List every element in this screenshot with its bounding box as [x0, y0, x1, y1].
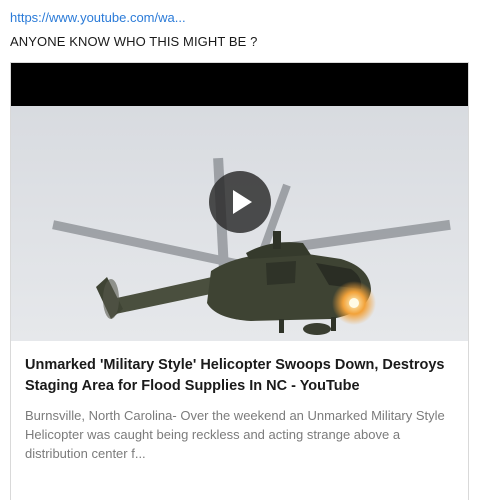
link-preview-card[interactable]: Unmarked 'Military Style' Helicopter Swo…	[10, 62, 469, 500]
play-icon	[233, 190, 252, 214]
post-body-text: ANYONE KNOW WHO THIS MIGHT BE ?	[10, 34, 258, 49]
link-preview-description: Burnsville, North Carolina- Over the wee…	[25, 408, 445, 461]
play-button[interactable]	[209, 171, 271, 233]
link-preview-title[interactable]: Unmarked 'Military Style' Helicopter Swo…	[25, 355, 454, 397]
link-preview-body: Unmarked 'Military Style' Helicopter Swo…	[11, 341, 468, 463]
post: https://www.youtube.com/wa... ANYONE KNO…	[0, 0, 479, 500]
post-link[interactable]: https://www.youtube.com/wa...	[10, 9, 186, 27]
video-thumbnail[interactable]	[11, 63, 468, 341]
